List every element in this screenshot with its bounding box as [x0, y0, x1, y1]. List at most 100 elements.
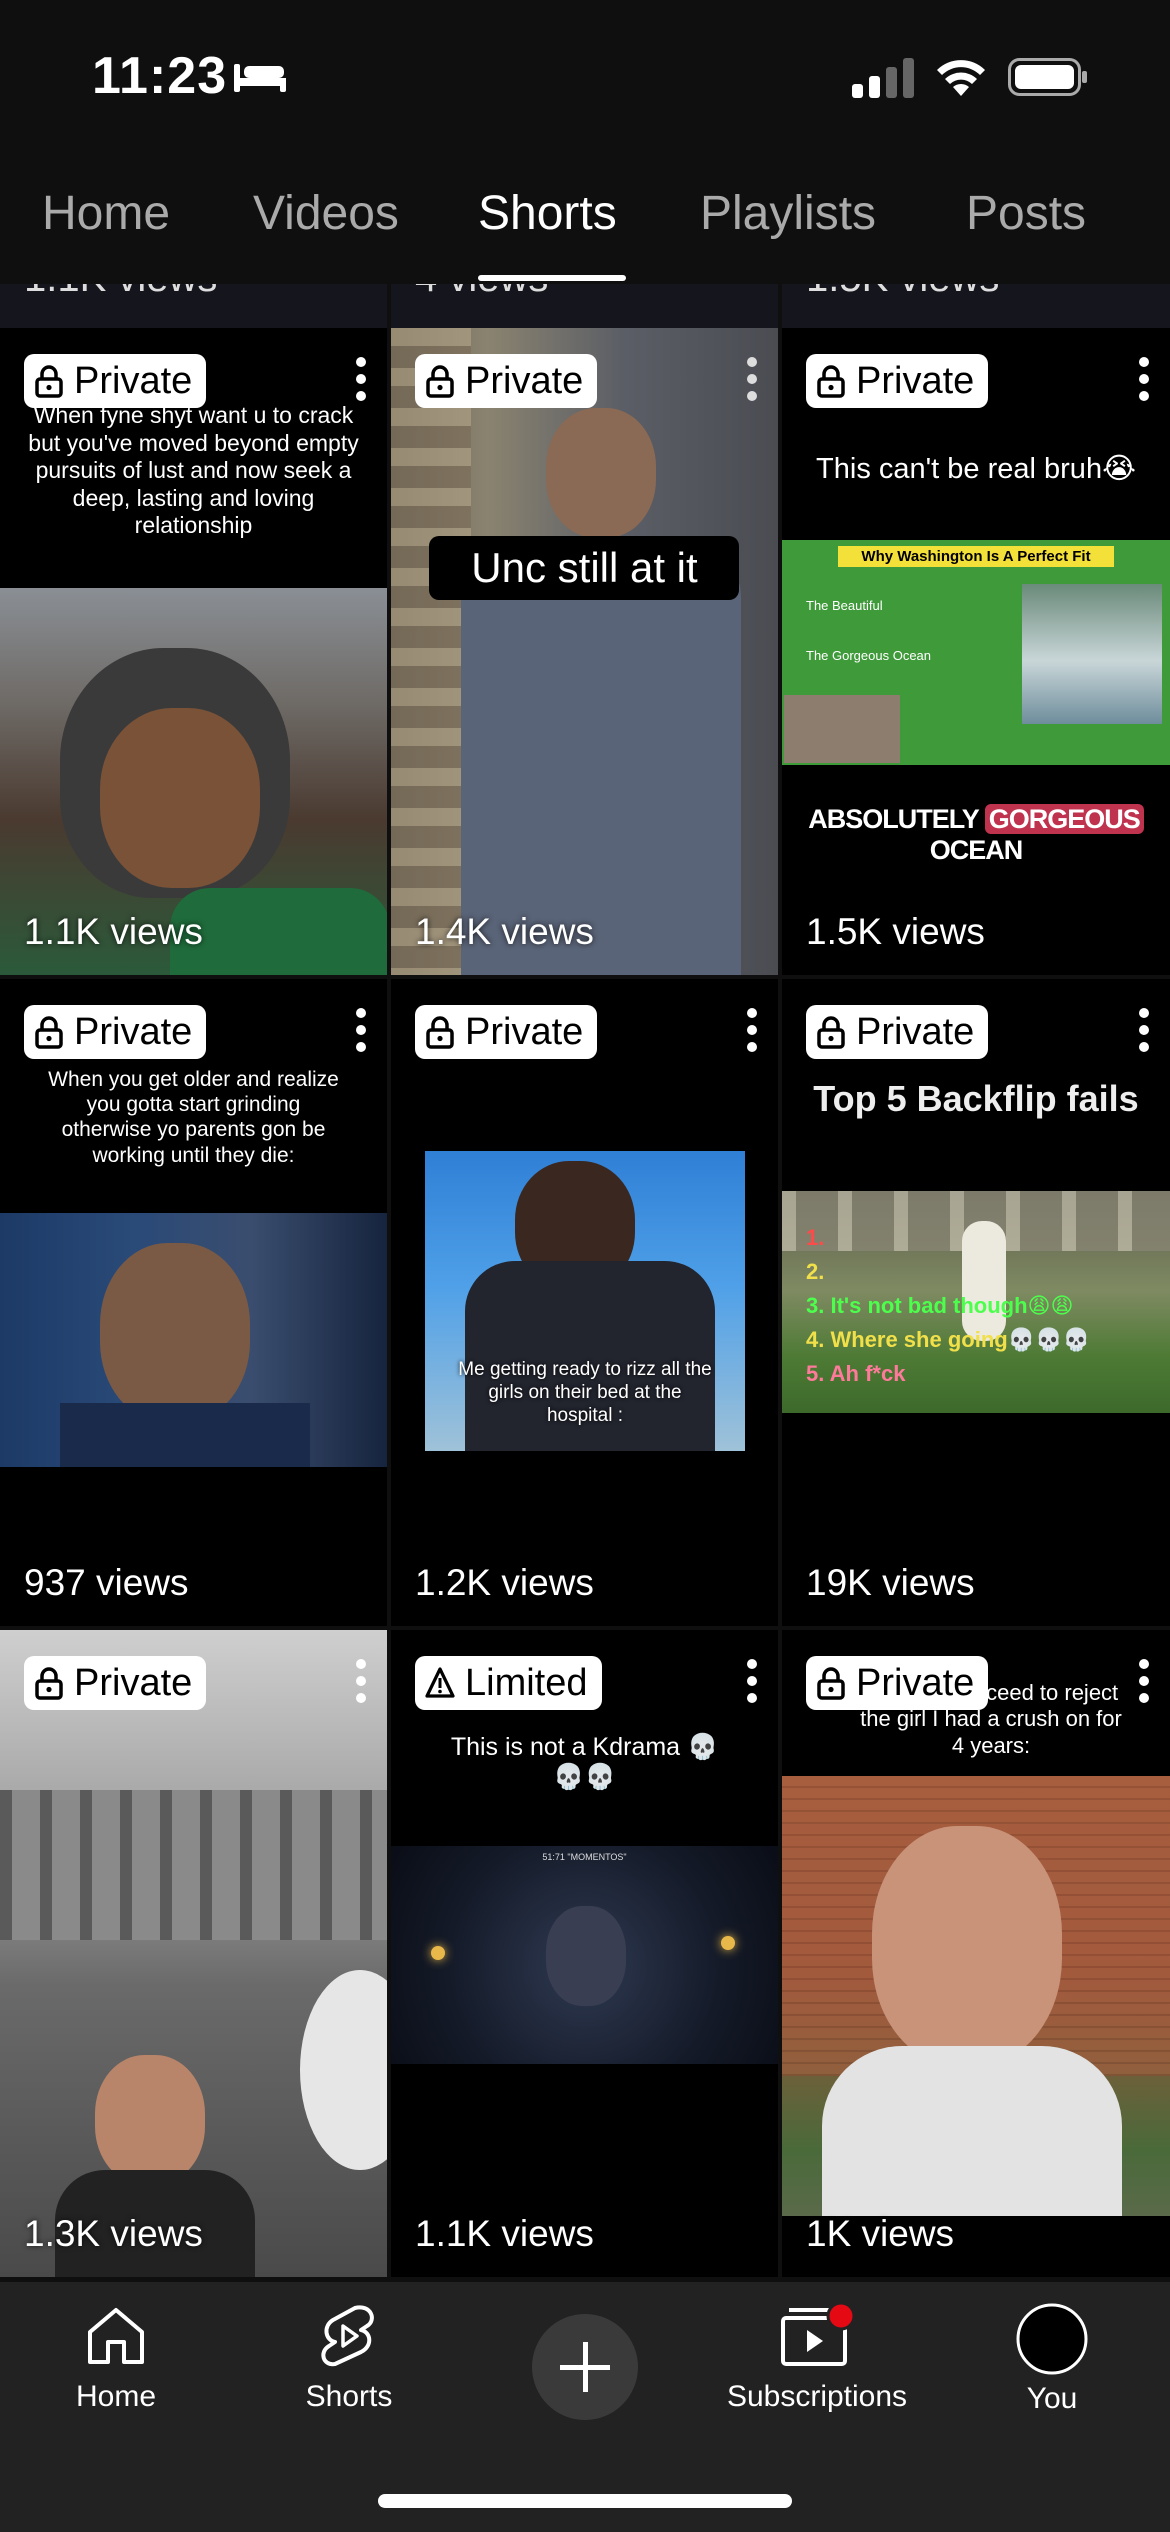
nav-shorts[interactable]: Shorts — [249, 2302, 449, 2414]
lock-icon — [35, 1667, 63, 1700]
short-caption: This is not a Kdrama 💀💀💀 — [450, 1733, 719, 1791]
short-tile-partial[interactable]: 1.1K views — [0, 284, 387, 328]
lock-icon — [817, 365, 845, 398]
views-count: 1K views — [806, 2213, 955, 2254]
views-count: 19K views — [806, 1562, 975, 1603]
thumbnail-image: Me getting ready to rizz all the girls o… — [425, 1151, 745, 1451]
status-bar: 11:23 — [0, 0, 1170, 150]
visibility-badge: Private — [24, 354, 207, 408]
tab-shorts[interactable]: Shorts — [478, 186, 617, 241]
shorts-grid: When fyne shyt want u to crack but you'v… — [0, 328, 1170, 2282]
more-options-icon[interactable] — [355, 1007, 367, 1053]
more-options-icon[interactable] — [355, 356, 367, 402]
views-count: 1.1K views — [24, 911, 203, 952]
short-tile-partial[interactable]: 4 views — [391, 284, 778, 328]
views-count: 937 views — [24, 1562, 189, 1603]
visibility-badge: Limited — [415, 1656, 602, 1710]
visibility-badge: Private — [24, 1005, 207, 1059]
create-plus-icon — [532, 2314, 638, 2420]
badge-label: Private — [856, 359, 975, 402]
subscriptions-icon — [781, 2302, 856, 2366]
short-caption: This can't be real bruh😭 — [816, 453, 1136, 485]
views-count: 1.1K views — [24, 284, 217, 301]
nav-home[interactable]: Home — [16, 2302, 216, 2414]
tab-posts[interactable]: Posts — [966, 186, 1086, 241]
bottom-caption: ABSOLUTELY GORGEOUS OCEAN — [782, 804, 1170, 866]
visibility-badge: Private — [806, 1005, 989, 1059]
tab-videos[interactable]: Videos — [253, 186, 399, 241]
channel-tabs: Home Videos Shorts Playlists Posts — [0, 150, 1170, 282]
partial-shorts-row: 1.1K views 4 views 1.5K views — [0, 284, 1170, 328]
visibility-badge: Private — [806, 1656, 989, 1710]
battery-icon — [1008, 58, 1087, 96]
lock-icon — [817, 1016, 845, 1049]
short-caption: Me getting ready to rizz all the girls o… — [458, 1359, 712, 1426]
badge-label: Private — [465, 1010, 584, 1053]
nav-you-label: You — [1026, 2382, 1078, 2415]
thumbnail-image: 51:71 "MOMENTOS" — [391, 1846, 778, 2064]
short-tile[interactable]: This is not a Kdrama 💀💀💀 51:71 "MOMENTOS… — [391, 1630, 778, 2277]
visibility-badge: Private — [24, 1656, 207, 1710]
badge-label: Private — [856, 1010, 975, 1053]
more-options-icon[interactable] — [746, 1007, 758, 1053]
badge-label: Private — [74, 1661, 193, 1704]
thumbnail-image — [0, 1213, 387, 1467]
more-options-icon[interactable] — [746, 1658, 758, 1704]
short-tile[interactable]: When fyne shyt want u to crack but you'v… — [0, 328, 387, 975]
more-options-icon[interactable] — [1138, 1007, 1150, 1053]
views-count: 1.4K views — [415, 911, 594, 952]
cellular-signal-icon — [852, 58, 914, 98]
nav-home-label: Home — [75, 2380, 157, 2413]
lock-icon — [35, 1016, 63, 1049]
nav-you[interactable]: You — [952, 2302, 1152, 2416]
shorts-icon — [321, 2305, 374, 2367]
inner-title: Why Washington Is A Perfect Fit — [838, 546, 1114, 567]
short-tile-partial[interactable]: 1.5K views — [782, 284, 1170, 328]
active-tab-indicator — [478, 275, 626, 281]
short-tile[interactable]: Unc still at it Private 1.4K views — [391, 328, 778, 975]
inner-title: 51:71 "MOMENTOS" — [542, 1852, 627, 1862]
badge-label: Private — [856, 1661, 975, 1704]
more-options-icon[interactable] — [1138, 356, 1150, 402]
short-tile[interactable]: t me as I proceed to reject the girl I h… — [782, 1630, 1170, 2277]
short-tile[interactable]: This can't be real bruh😭 Why Washington … — [782, 328, 1170, 975]
warning-icon — [425, 1667, 455, 1698]
thumbnail-image — [0, 1630, 387, 2277]
views-count: 4 views — [415, 284, 548, 301]
more-options-icon[interactable] — [1138, 1658, 1150, 1704]
short-caption: When you get older and realize you gotta… — [48, 1068, 339, 1167]
short-tile[interactable]: When you get older and realize you gotta… — [0, 979, 387, 1626]
views-count: 1.1K views — [415, 2213, 594, 2254]
short-tile[interactable]: Top 5 Backflip fails 1. 2. 3. It's not b… — [782, 979, 1170, 1626]
short-caption: When fyne shyt want u to crack but you'v… — [28, 402, 359, 539]
home-indicator[interactable] — [378, 2494, 792, 2508]
status-time: 11:23 — [92, 47, 228, 105]
lock-icon — [35, 365, 63, 398]
short-tile[interactable]: Private 1.3K views — [0, 1630, 387, 2277]
inner-bullet: The Gorgeous Ocean — [806, 648, 932, 663]
tab-home[interactable]: Home — [42, 186, 170, 241]
nav-shorts-label: Shorts — [305, 2380, 393, 2413]
badge-label: Limited — [465, 1661, 588, 1704]
more-options-icon[interactable] — [355, 1658, 367, 1704]
badge-label: Private — [465, 359, 584, 402]
nav-create[interactable] — [485, 2312, 685, 2422]
views-count: 1.2K views — [415, 1562, 594, 1603]
lock-icon — [426, 1016, 454, 1049]
badge-label: Private — [74, 359, 193, 402]
visibility-badge: Private — [806, 354, 989, 408]
more-options-icon[interactable] — [746, 356, 758, 402]
visibility-badge: Private — [415, 1005, 598, 1059]
tab-playlists[interactable]: Playlists — [700, 186, 876, 241]
nav-subscriptions[interactable]: Subscriptions — [717, 2302, 917, 2414]
views-count: 1.3K views — [24, 2213, 203, 2254]
fail-list: 1. 2. 3. It's not bad though😩😩 4. Where … — [806, 1225, 1090, 1387]
lock-icon — [817, 1667, 845, 1700]
short-tile[interactable]: Me getting ready to rizz all the girls o… — [391, 979, 778, 1626]
short-caption: Top 5 Backflip fails — [813, 1078, 1139, 1119]
badge-label: Private — [74, 1010, 193, 1053]
wifi-icon — [937, 60, 985, 96]
visibility-badge: Private — [415, 354, 598, 408]
lock-icon — [426, 365, 454, 398]
inner-bullet: The Beautiful — [806, 598, 883, 613]
